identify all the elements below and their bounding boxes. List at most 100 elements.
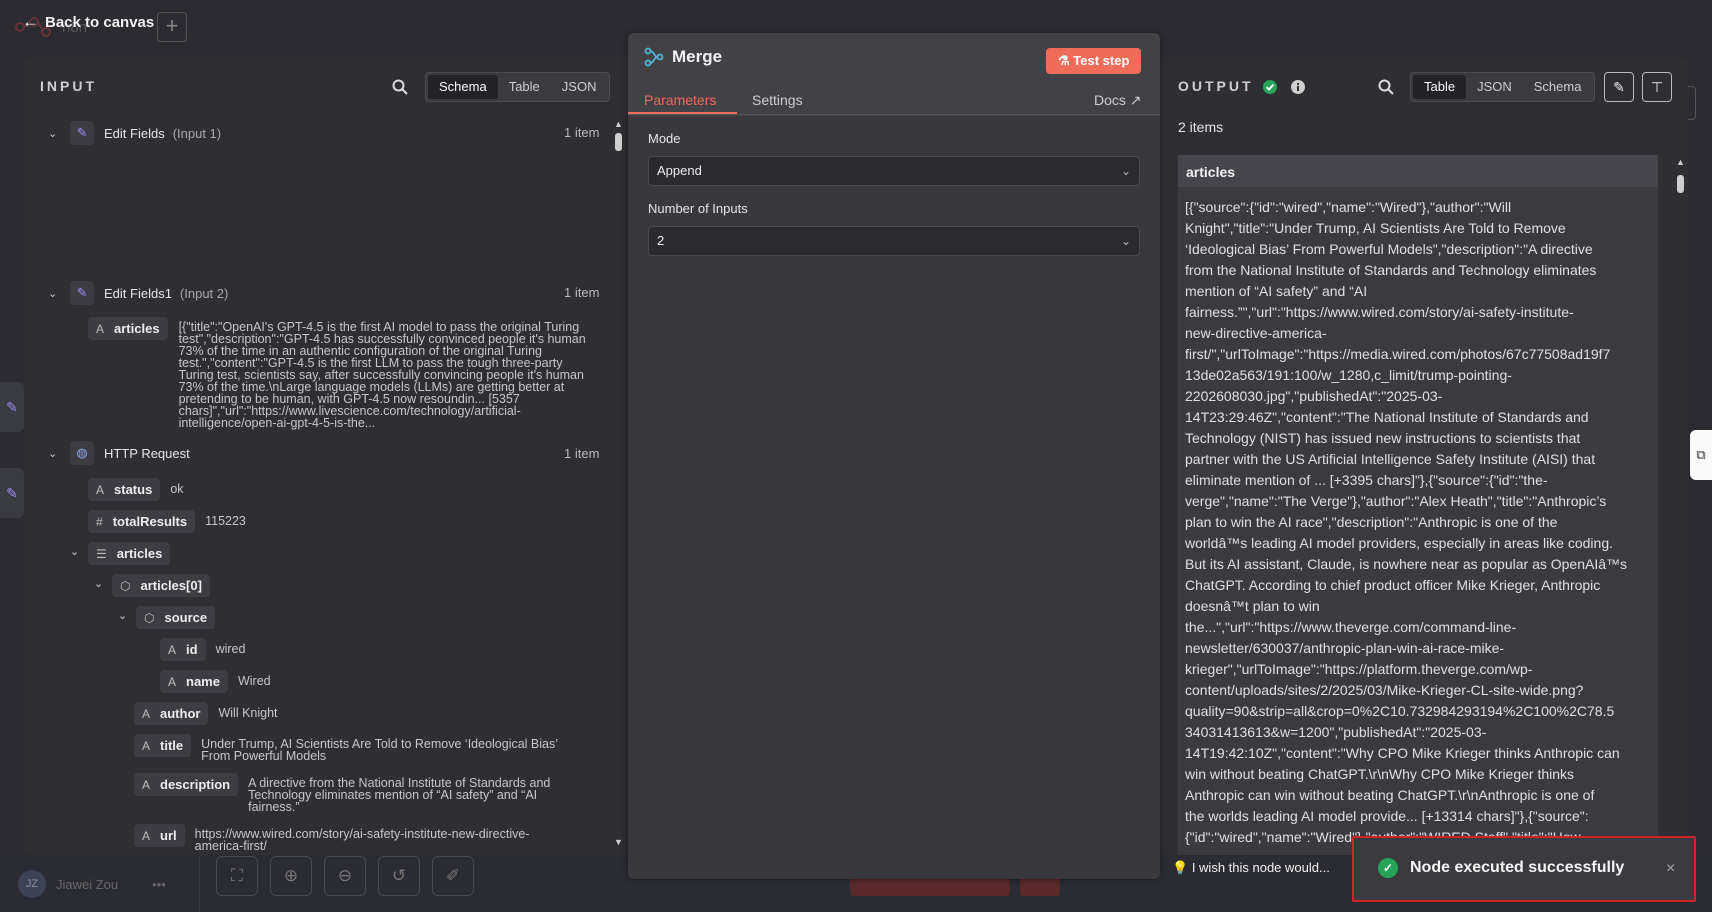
field-value: [{"title":"OpenAI's GPT-4.5 is the first… [179, 321, 586, 430]
field-key: id [186, 642, 198, 657]
value-line: From Powerful Models [201, 749, 327, 763]
scroll-down-icon[interactable]: ▼ [614, 837, 623, 847]
field-key-pill[interactable]: Atitle [134, 734, 192, 757]
tab-table[interactable]: Table [1413, 75, 1467, 99]
mode-select[interactable]: Append ⌄ [648, 156, 1140, 186]
active-tab-underline [628, 112, 737, 114]
edit-output-button[interactable]: ✎ [1604, 72, 1634, 102]
info-icon[interactable] [1290, 79, 1306, 95]
tab-json[interactable]: JSON [551, 75, 608, 99]
mode-value: Append [657, 163, 702, 178]
field-key-pill[interactable]: Aarticles [88, 317, 168, 340]
field-key-pill[interactable]: ☰ articles [88, 542, 171, 565]
cell-line: Technology (NIST) has issued new instruc… [1185, 430, 1581, 446]
cell-line: [{"source":{"id":"wired","name":"Wired"}… [1185, 199, 1512, 215]
node-name: Edit Fields1 [104, 285, 172, 301]
cell-line: verge","name":"The Verge"},"author":"Ale… [1185, 493, 1607, 509]
search-icon[interactable] [1378, 79, 1394, 95]
cell-line: But its AI assistant, Claude, is nowhere… [1185, 556, 1628, 572]
parameters-body: Mode Append ⌄ Number of Inputs 2 ⌄ [628, 116, 1160, 879]
pencil-icon: ✎ [1613, 79, 1625, 95]
value-line: fairness.” [248, 800, 300, 814]
field-key-pill[interactable]: ⬡ source [136, 606, 216, 629]
zoom-out-button[interactable]: ⊖ [324, 856, 366, 896]
scroll-up-icon[interactable]: ▲ [614, 119, 623, 129]
field-key-pill[interactable]: Aid [160, 638, 206, 661]
test-step-button[interactable]: ⚗ Test step [1046, 48, 1142, 74]
close-icon[interactable]: × [1666, 860, 1675, 878]
tab-table[interactable]: Table [498, 75, 551, 99]
avatar: JZ [18, 870, 46, 898]
input-scrollbar[interactable]: ▲ ▼ [612, 119, 626, 849]
field-key-pill[interactable]: Aname [160, 670, 228, 693]
chevron-down-icon[interactable]: ⌄ [70, 542, 82, 562]
scroll-up-icon[interactable]: ▲ [1676, 157, 1685, 167]
field-key: name [186, 674, 220, 689]
more-icon[interactable]: ••• [152, 877, 166, 892]
bot-icon: ⧉ [1696, 447, 1706, 462]
field-status: Astatus ok [88, 478, 184, 501]
toast-content: ✓ Node executed successfully [1378, 858, 1624, 878]
output-view-switch: Table JSON Schema [1410, 72, 1596, 102]
user-menu[interactable]: JZ Jiawei Zou ••• [18, 870, 166, 898]
items-count: 2 items [1178, 119, 1224, 135]
field-key-pill[interactable]: ⬡ articles[0] [112, 574, 210, 597]
cell-line: first/","urlToImage":"https://media.wire… [1185, 346, 1611, 362]
user-name: Jiawei Zou [56, 876, 119, 892]
pin-data-button[interactable]: ⊤ [1642, 72, 1672, 102]
node-sub: (Input 1) [172, 125, 222, 141]
node-edit-fields1[interactable]: ⌄ ✎ Edit Fields1 (Input 2) [48, 281, 228, 305]
object-type-icon: ⬡ [144, 610, 155, 625]
undo-button[interactable]: ↺ [378, 856, 420, 896]
tab-schema[interactable]: Schema [428, 75, 498, 99]
input-title: INPUT [40, 78, 97, 94]
inputs-select[interactable]: 2 ⌄ [648, 226, 1140, 256]
input-view-switch: Schema Table JSON [425, 72, 611, 102]
undo-icon: ↺ [391, 866, 407, 885]
broom-icon: ✐ [445, 866, 461, 885]
output-scrollbar[interactable]: ▲ [1674, 155, 1688, 855]
search-icon[interactable] [392, 79, 408, 95]
scroll-thumb[interactable] [615, 133, 622, 151]
sidebar-divider [199, 856, 200, 912]
field-key-pill[interactable]: Adescription [134, 773, 239, 796]
merge-icon [644, 47, 664, 67]
output-panel: OUTPUT Table JSON Schema ✎ ⊤ 2 items art… [1158, 57, 1688, 855]
chevron-down-icon[interactable]: ⌄ [94, 574, 106, 594]
tab-json[interactable]: JSON [1466, 75, 1523, 99]
feedback-link[interactable]: 💡 I wish this node would... [1172, 860, 1330, 876]
field-key-pill[interactable]: Aurl [134, 824, 185, 847]
cell-line: 13de02a563/191:100/w_1280,c_limit/trump-… [1185, 367, 1512, 383]
side-edit-tab[interactable]: ✎ [0, 382, 24, 432]
item-count: 1 item [564, 125, 600, 140]
node-edit-fields[interactable]: ⌄ ✎ Edit Fields (Input 1) [48, 121, 221, 145]
cell-line: 34031413613&w=1200","publishedAt":"2025-… [1185, 724, 1487, 740]
clean-button[interactable]: ✐ [432, 856, 474, 896]
docs-label: Docs [1094, 92, 1126, 108]
field-key: articles [114, 321, 160, 336]
field-key-pill[interactable]: Astatus [88, 478, 161, 501]
fit-view-button[interactable]: ⛶ [216, 856, 258, 896]
docs-link[interactable]: Docs ↗ [1094, 92, 1142, 109]
side-edit-tab-2[interactable]: ✎ [0, 468, 24, 518]
node-http-request[interactable]: ⌄ ◍ HTTP Request [48, 441, 190, 465]
field-articles-array: ⌄ ☰ articles [70, 542, 171, 565]
back-to-canvas-button[interactable]: ← Back to canvas [22, 12, 154, 32]
field-key-pill[interactable]: # totalResults [88, 510, 196, 533]
chevron-down-icon: ⌄ [1120, 234, 1131, 248]
tab-schema[interactable]: Schema [1523, 75, 1593, 99]
assistant-tab[interactable]: ⧉ [1690, 430, 1712, 480]
field-value: A directive from the National Institute … [248, 777, 550, 814]
zoom-in-button[interactable]: ⊕ [270, 856, 312, 896]
input-panel: INPUT Schema Table JSON ⌄ ✎ Edit Fields … [24, 57, 628, 855]
cell-line: doesnâ™t plan to win [1185, 598, 1320, 614]
add-node-button[interactable]: + [157, 12, 187, 42]
chevron-down-icon: ⌄ [48, 287, 58, 300]
node-name: Edit Fields [104, 125, 165, 141]
field-key-pill[interactable]: Aauthor [134, 702, 209, 725]
chevron-down-icon[interactable]: ⌄ [118, 606, 130, 626]
tab-parameters[interactable]: Parameters [644, 92, 716, 108]
tab-settings[interactable]: Settings [752, 92, 803, 108]
scroll-thumb[interactable] [1677, 175, 1684, 193]
cell-line: 14T23:29:46Z","content":"The National In… [1185, 409, 1589, 425]
